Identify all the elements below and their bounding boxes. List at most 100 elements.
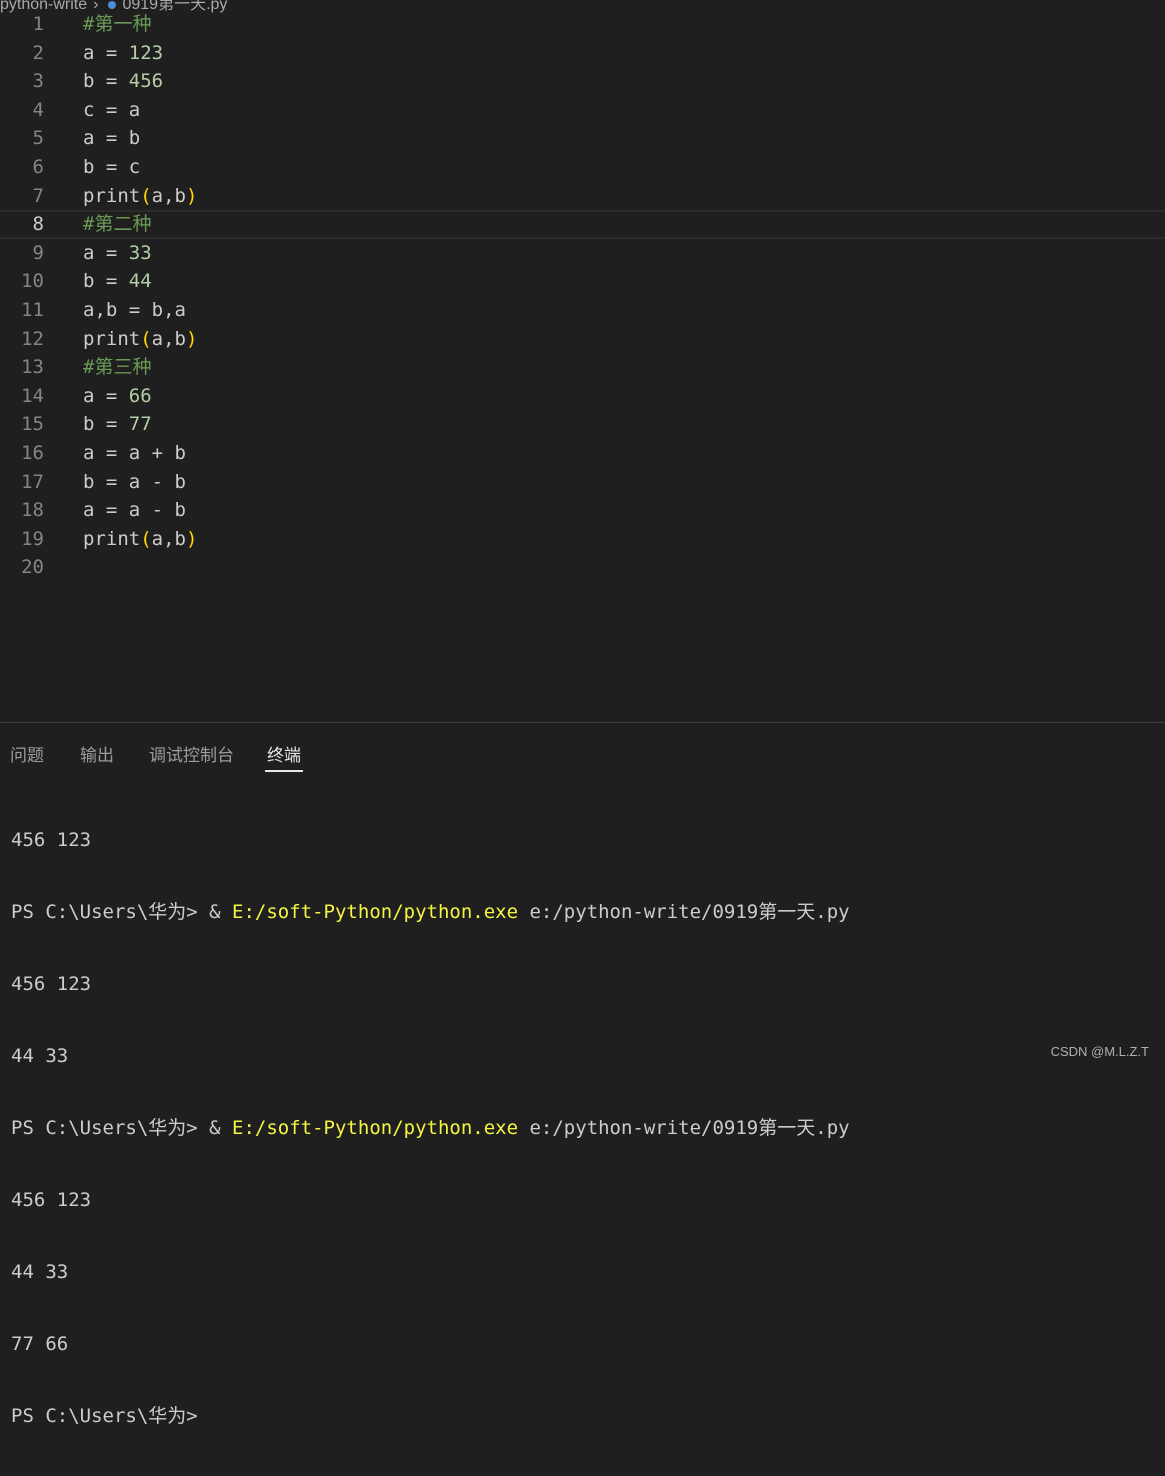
code-line[interactable]: 17 b = a - b [0, 468, 1165, 497]
code-line[interactable]: 9 a = 33 [0, 239, 1165, 268]
code-assignment: b = [83, 270, 129, 293]
code-line[interactable]: 14 a = 66 [0, 382, 1165, 411]
code-args: a,b [151, 327, 186, 350]
close-paren: ) [185, 527, 198, 550]
terminal-command-line: PS C:\Users\华为> & E:/soft-Python/python.… [11, 1116, 850, 1140]
code-text: print(a,b) [83, 182, 197, 211]
tab-debug-console[interactable]: 调试控制台 [149, 741, 234, 766]
code-statement: a = a + b [83, 442, 186, 464]
code-number: 123 [128, 41, 164, 64]
code-line[interactable]: 15 b = 77 [0, 410, 1165, 439]
terminal-line: 77 66 [11, 1333, 69, 1355]
code-text: b = 77 [83, 410, 152, 439]
code-text: #第二种 [83, 212, 151, 237]
code-editor[interactable]: python-write › 0919第一天.py 1 #第一种 2 a = 123 3 b … [0, 0, 1165, 722]
code-function: print [83, 527, 141, 550]
code-line[interactable]: 10 b = 44 [0, 267, 1165, 296]
code-line[interactable]: 20 [0, 553, 1165, 582]
tab-terminal[interactable]: 终端 [265, 741, 303, 772]
line-number: 3 [32, 70, 44, 93]
code-assignment: a = [83, 41, 129, 64]
code-line[interactable]: 6 b = c [0, 153, 1165, 182]
line-number: 17 [21, 470, 44, 493]
line-number: 4 [32, 98, 44, 121]
terminal-line: 456 123 [11, 973, 92, 995]
code-assignment: b = [83, 70, 129, 93]
line-number: 14 [21, 384, 44, 407]
code-line[interactable]: 8 #第二种 [0, 210, 1165, 239]
close-paren: ) [185, 184, 198, 207]
code-line[interactable]: 13 #第三种 [0, 353, 1165, 382]
code-comment: #第一种 [83, 13, 152, 35]
python-exe-path: E:/soft-Python/python.exe [232, 1117, 519, 1139]
line-number: 5 [32, 127, 44, 150]
code-statement: a = b [83, 127, 141, 150]
code-statement: a,b = b,a [83, 299, 186, 321]
line-number: 9 [32, 241, 44, 264]
open-paren: ( [140, 527, 152, 550]
terminal-line: 44 33 [11, 1045, 69, 1067]
code-text: a = a + b [83, 439, 186, 468]
code-number: 44 [128, 270, 152, 293]
code-assignment: b = [83, 413, 129, 436]
terminal-output[interactable]: 456 123 PS C:\Users\华为> & E:/soft-Python… [11, 780, 850, 1476]
line-number: 16 [21, 442, 44, 464]
line-number: 6 [32, 156, 44, 178]
terminal-line: 44 33 [11, 1261, 69, 1283]
code-number: 456 [128, 70, 164, 93]
line-number: 7 [32, 184, 44, 207]
code-text: print(a,b) [83, 325, 197, 354]
breadcrumb: python-write › 0919第一天.py [0, 0, 233, 13]
python-exe-path: E:/soft-Python/python.exe [232, 901, 519, 923]
close-paren: ) [185, 327, 198, 350]
code-line[interactable]: 3 b = 456 [0, 67, 1165, 96]
code-line[interactable]: 11 a,b = b,a [0, 296, 1165, 325]
tab-output[interactable]: 输出 [80, 741, 114, 766]
open-paren: ( [140, 327, 152, 350]
code-text: a = 66 [83, 382, 152, 411]
terminal-command-line: PS C:\Users\华为> & E:/soft-Python/python.… [11, 900, 850, 924]
code-statement: b = c [83, 156, 141, 178]
code-line[interactable]: 1 #第一种 [0, 10, 1165, 39]
code-assignment: a = [83, 241, 129, 264]
line-number: 10 [21, 270, 44, 293]
line-number: 19 [21, 527, 44, 550]
code-line[interactable]: 5 a = b [0, 124, 1165, 153]
code-function: print [83, 184, 141, 207]
code-line[interactable]: 12 print(a,b) [0, 325, 1165, 354]
code-statement: a = a - b [83, 499, 186, 522]
line-number: 11 [21, 299, 44, 321]
tab-problems[interactable]: 问题 [10, 741, 44, 766]
code-line[interactable]: 18 a = a - b [0, 496, 1165, 525]
code-args: a,b [151, 527, 186, 550]
code-args: a,b [151, 184, 186, 207]
terminal-amp: & [209, 1117, 233, 1139]
code-number: 77 [128, 413, 152, 436]
code-line[interactable]: 2 a = 123 [0, 39, 1165, 68]
code-comment: #第三种 [83, 356, 152, 379]
code-number: 66 [128, 384, 152, 407]
code-text: b = c [83, 153, 140, 182]
code-text: a = b [83, 124, 140, 153]
line-number: 18 [21, 499, 44, 522]
code-comment: #第二种 [83, 213, 152, 236]
code-statement: c = a [83, 98, 141, 121]
code-text: a = 123 [83, 39, 163, 68]
line-number: 15 [21, 413, 44, 436]
code-line[interactable]: 19 print(a,b) [0, 525, 1165, 554]
terminal-final-prompt[interactable]: PS C:\Users\华为> [11, 1404, 850, 1428]
line-number: 13 [21, 356, 44, 379]
code-text: #第三种 [83, 353, 151, 382]
code-text: #第一种 [83, 10, 151, 39]
code-text: a = a - b [83, 496, 186, 525]
python-file-icon [108, 0, 117, 9]
terminal-line: 456 123 [11, 1189, 92, 1211]
bottom-panel: 问题 输出 调试控制台 终端 456 123 PS C:\Users\华为> &… [0, 722, 1165, 1427]
code-text: b = 456 [83, 67, 163, 96]
line-number: 8 [32, 213, 44, 236]
watermark: CSDN @M.L.Z.T [1050, 1044, 1149, 1059]
code-line[interactable]: 4 c = a [0, 96, 1165, 125]
code-line[interactable]: 16 a = a + b [0, 439, 1165, 468]
terminal-prompt: PS C:\Users\华为> [11, 901, 210, 923]
code-line[interactable]: 7 print(a,b) [0, 182, 1165, 211]
